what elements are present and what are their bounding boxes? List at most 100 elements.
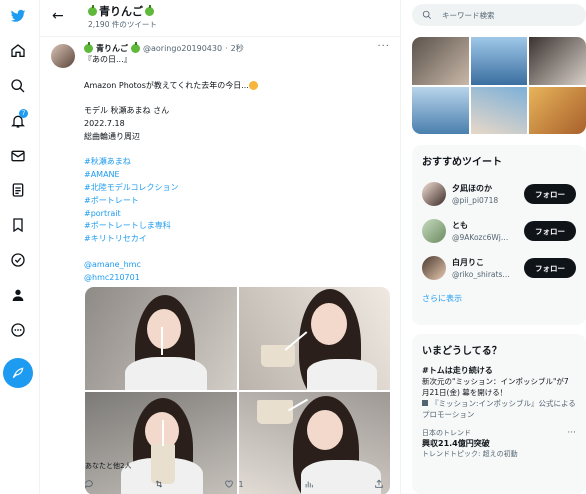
feather-icon — [12, 367, 24, 379]
tweet-count: 2,190 件のツイート — [88, 20, 157, 29]
media-thumbnail[interactable] — [470, 37, 528, 85]
recommended-tweets-card: おすすめツイート 夕凪ほのか @pii_pi0718 フォロー とも @9AKo… — [412, 145, 586, 325]
tweet-photo[interactable] — [85, 287, 237, 390]
promoted-icon — [422, 400, 428, 406]
back-arrow-icon[interactable]: ← — [52, 8, 64, 24]
verified-icon[interactable] — [8, 250, 28, 270]
avatar[interactable] — [422, 256, 446, 280]
tweet-actions: 1 — [84, 479, 384, 489]
trend-item[interactable]: 日本のトレンド ··· 興収21.4億円突破 トレンドトピック: 超えの初動 — [412, 428, 586, 459]
tweet-more-button[interactable]: ··· — [377, 41, 390, 52]
hashtag-link[interactable]: #秋瀬あまね — [84, 156, 394, 169]
hashtag-link[interactable]: #キリトリセカイ — [84, 233, 394, 246]
tweet-photo[interactable] — [238, 287, 390, 390]
tweet-author-handle[interactable]: @aoringo20190430 — [143, 44, 222, 53]
trends-card: いまどうしてる？ #トムは走り続ける 新次元の"ミッション：インポッシブル"が7… — [412, 334, 586, 494]
tweet-timestamp[interactable]: 2秒 — [231, 43, 244, 54]
search-input[interactable]: キーワード検索 — [412, 4, 586, 26]
follow-button[interactable]: フォロー — [524, 184, 576, 204]
hashtag-link[interactable]: #北陸モデルコレクション — [84, 182, 394, 195]
notifications-icon[interactable]: 7 — [8, 109, 28, 131]
promoted-by: 『ミッション:インポッシブル』公式によるプロモーション — [422, 398, 576, 420]
smile-emoji-icon — [248, 80, 258, 90]
trends-title: いまどうしてる？ — [422, 346, 502, 357]
mention-link[interactable]: @hmc210701 — [84, 272, 394, 285]
share-button[interactable] — [374, 479, 384, 489]
avatar[interactable] — [422, 219, 446, 243]
home-icon[interactable] — [8, 41, 28, 61]
reply-icon — [85, 480, 93, 489]
recommended-user[interactable]: とも @9AKozc6Wj… フォロー — [412, 213, 586, 250]
recommended-user-handle: @9AKozc6Wj… — [452, 233, 509, 242]
tweet-line — [84, 144, 394, 157]
reply-button[interactable] — [84, 479, 94, 489]
retweet-icon — [156, 480, 163, 488]
hashtag-link[interactable]: #ポートレート — [84, 195, 394, 208]
analytics-button[interactable] — [304, 479, 314, 489]
lists-icon[interactable] — [8, 180, 28, 200]
search-icon[interactable] — [8, 76, 28, 96]
media-thumbnail-grid — [412, 37, 586, 134]
recommended-user-handle: @riko_shirats… — [452, 270, 510, 279]
more-options-icon[interactable] — [8, 320, 28, 340]
tweet-author-name[interactable]: 青りんご — [96, 43, 128, 54]
compose-tweet-button[interactable] — [3, 358, 33, 388]
recommended-user-name[interactable]: 夕凪ほのか — [452, 183, 492, 194]
hashtag-link[interactable]: #ポートレートしま専科 — [84, 220, 394, 233]
main-column: ← 青りんご 2,190 件のツイート 青りんご @aoringo2019043… — [40, 0, 401, 494]
retweet-button[interactable] — [154, 479, 164, 489]
notification-badge: 7 — [19, 109, 28, 118]
hashtag-link[interactable]: #AMANE — [84, 169, 394, 182]
promoted-by-text: 『ミッション:インポッシブル』公式によるプロモーション — [422, 399, 576, 419]
media-thumbnail[interactable] — [529, 86, 586, 134]
profile-header: ← 青りんご 2,190 件のツイート — [40, 0, 400, 34]
tweet-line — [84, 67, 394, 80]
tweet-line — [84, 246, 394, 259]
hashtag-link[interactable]: #portrait — [84, 208, 394, 221]
header-title: 青りんご — [88, 3, 154, 19]
media-thumbnail[interactable] — [529, 37, 586, 85]
show-more-link[interactable]: さらに表示 — [412, 287, 586, 314]
recommended-user-name[interactable]: 白月りこ — [452, 257, 484, 268]
left-navigation: 7 — [0, 0, 40, 494]
tweet[interactable]: 青りんご @aoringo20190430 · 2秒 ··· 『あの日...』 … — [40, 36, 400, 494]
trend-topic-prefix: トレンドトピック: — [422, 450, 481, 458]
avatar[interactable] — [422, 182, 446, 206]
separator: · — [225, 44, 228, 53]
follow-button[interactable]: フォロー — [524, 258, 576, 278]
trend-text: 新次元の"ミッション：インポッシブル"が7月21日(金) 幕を開ける！ — [422, 377, 569, 397]
profile-icon[interactable] — [8, 285, 28, 305]
recommended-user[interactable]: 白月りこ @riko_shirats… フォロー — [412, 250, 586, 287]
bookmarks-icon[interactable] — [8, 215, 28, 235]
twitter-logo-icon[interactable] — [8, 6, 28, 26]
media-thumbnail[interactable] — [412, 86, 469, 134]
tweet-line — [84, 92, 394, 105]
recommended-user-name[interactable]: とも — [452, 220, 468, 231]
search-placeholder: キーワード検索 — [442, 10, 495, 20]
apple-emoji-icon — [84, 42, 93, 53]
tweet-text: 『あの日...』 Amazon Photosが教えてくれた去年の今日... モデ… — [84, 54, 394, 284]
apple-emoji-icon — [145, 4, 154, 16]
apple-emoji-icon — [88, 4, 97, 16]
trend-more-button[interactable]: ··· — [567, 428, 576, 438]
trend-topic: トレンドトピック: 超えの初動 — [422, 449, 576, 459]
recommended-user-handle: @pii_pi0718 — [452, 196, 499, 205]
media-thumbnail[interactable] — [470, 86, 528, 134]
trend-topic-link[interactable]: 超えの初動 — [483, 450, 518, 458]
tweet-header: 青りんご @aoringo20190430 · 2秒 — [84, 42, 244, 54]
avatar[interactable] — [51, 44, 75, 68]
media-thumbnail[interactable] — [412, 37, 469, 85]
tweet-line: 2022.7.18 — [84, 118, 125, 128]
tweet-line: モデル 秋瀬あまね さん — [84, 106, 170, 116]
search-icon — [422, 10, 432, 20]
trend-headline: #トムは走り続ける — [422, 366, 493, 375]
mention-link[interactable]: @amane_hmc — [84, 259, 394, 272]
like-button[interactable]: 1 — [224, 479, 244, 489]
trend-item[interactable]: #トムは走り続ける 新次元の"ミッション：インポッシブル"が7月21日(金) 幕… — [412, 365, 586, 420]
header-name: 青りんご — [99, 5, 143, 18]
recommended-user[interactable]: 夕凪ほのか @pii_pi0718 フォロー — [412, 176, 586, 213]
recommended-title: おすすめツイート — [422, 157, 502, 168]
follow-button[interactable]: フォロー — [524, 221, 576, 241]
liked-by-text[interactable]: あなたと他2人 — [85, 461, 131, 471]
messages-icon[interactable] — [8, 146, 28, 166]
